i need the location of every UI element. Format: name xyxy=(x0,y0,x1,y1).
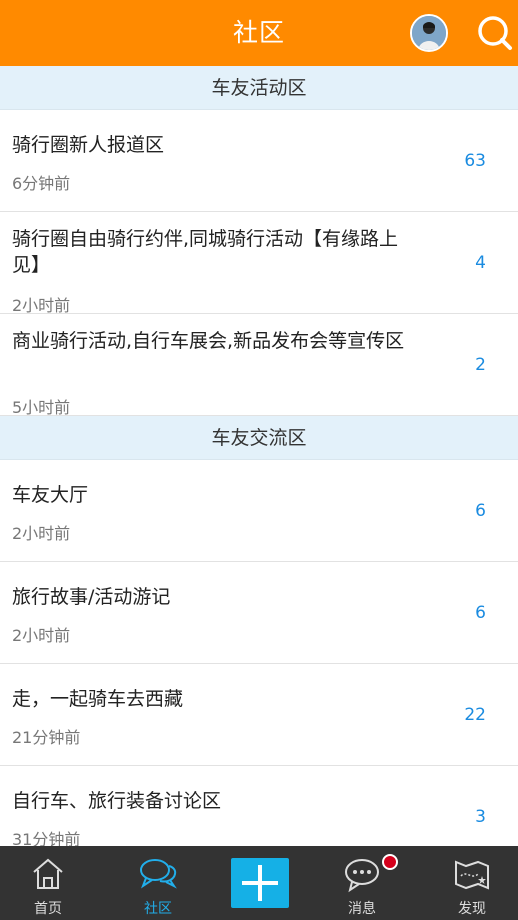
forum-count: 6 xyxy=(475,603,486,623)
search-icon[interactable] xyxy=(476,14,514,52)
map-icon xyxy=(452,854,492,894)
forum-row[interactable]: 骑行圈新人报道区 6分钟前 63 xyxy=(0,110,518,212)
forum-time: 6分钟前 xyxy=(12,174,71,193)
forum-count: 22 xyxy=(464,705,486,725)
forum-row[interactable]: 走，一起骑车去西藏 21分钟前 22 xyxy=(0,664,518,766)
forum-row[interactable]: 骑行圈自由骑行约伴,同城骑行活动【有缘路上见】 2小时前 4 xyxy=(0,212,518,314)
tab-messages[interactable]: 消息 xyxy=(312,846,412,920)
forum-title: 自行车、旅行装备讨论区 xyxy=(12,790,222,812)
chat-bubbles-icon xyxy=(138,854,178,894)
forum-time: 21分钟前 xyxy=(12,728,81,747)
section-header-activities: 车友活动区 xyxy=(0,66,518,110)
top-bar: 社区 xyxy=(0,0,518,66)
forum-title: 走，一起骑车去西藏 xyxy=(12,688,184,710)
forum-count: 6 xyxy=(475,501,486,521)
forum-title: 骑行圈新人报道区 xyxy=(12,134,165,156)
forum-row[interactable]: 自行车、旅行装备讨论区 31分钟前 3 xyxy=(0,766,518,846)
section-header-exchange: 车友交流区 xyxy=(0,416,518,460)
tab-home[interactable]: 首页 xyxy=(0,846,98,920)
forum-count: 2 xyxy=(475,355,486,375)
forum-title: 旅行故事/活动游记 xyxy=(12,586,171,608)
forum-time: 2小时前 xyxy=(12,626,71,645)
forum-row[interactable]: 旅行故事/活动游记 2小时前 6 xyxy=(0,562,518,664)
forum-title: 骑行圈自由骑行约伴,同城骑行活动【有缘路上见】 xyxy=(12,228,399,276)
home-icon xyxy=(28,854,68,894)
tab-messages-label: 消息 xyxy=(348,901,376,917)
forum-title: 车友大厅 xyxy=(12,484,89,506)
forum-row[interactable]: 车友大厅 2小时前 6 xyxy=(0,460,518,562)
plus-icon xyxy=(242,865,278,901)
forum-count: 3 xyxy=(475,807,486,827)
forum-time: 2小时前 xyxy=(12,524,71,543)
bottom-tab-bar: 首页 社区 消息 发现 xyxy=(0,846,518,920)
tab-discover[interactable]: 发现 xyxy=(422,846,518,920)
tab-community[interactable]: 社区 xyxy=(108,846,208,920)
forum-list[interactable]: 车友活动区 骑行圈新人报道区 6分钟前 63 骑行圈自由骑行约伴,同城骑行活动【… xyxy=(0,66,518,846)
forum-row[interactable]: 商业骑行活动,自行车展会,新品发布会等宣传区 5小时前 2 xyxy=(0,314,518,416)
add-post-button[interactable] xyxy=(231,858,289,908)
message-icon xyxy=(342,854,382,894)
forum-count: 4 xyxy=(475,253,486,273)
notification-badge xyxy=(382,854,398,870)
forum-time: 31分钟前 xyxy=(12,830,81,846)
tab-home-label: 首页 xyxy=(34,901,62,917)
tab-discover-label: 发现 xyxy=(458,901,486,917)
avatar[interactable] xyxy=(410,14,448,52)
forum-time: 2小时前 xyxy=(12,296,71,314)
forum-title: 商业骑行活动,自行车展会,新品发布会等宣传区 xyxy=(12,330,405,352)
forum-time: 5小时前 xyxy=(12,398,71,416)
tab-community-label: 社区 xyxy=(144,901,172,917)
forum-count: 63 xyxy=(464,151,486,171)
